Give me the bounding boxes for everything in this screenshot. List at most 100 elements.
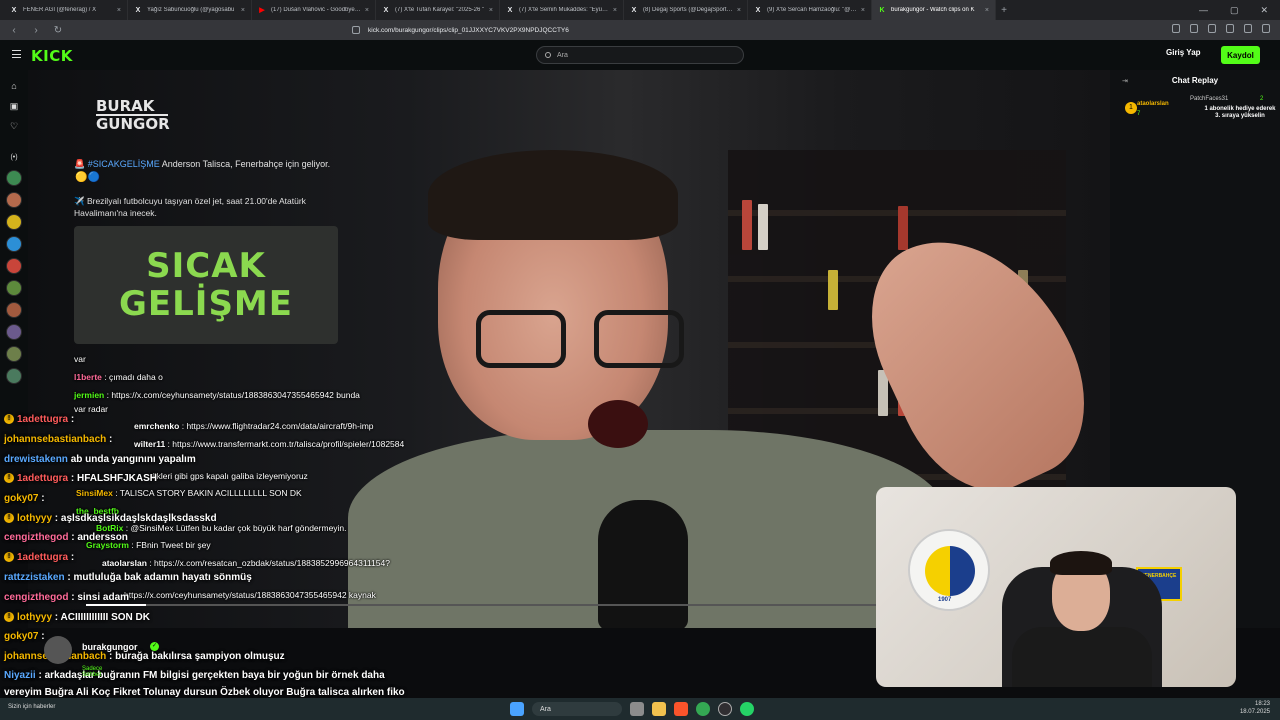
chat-text: vereyim Buğra Ali Koç Fikret Tolunay dur…	[4, 687, 405, 698]
reload-icon[interactable]: ↻	[52, 25, 64, 36]
home-icon[interactable]: ⌂	[9, 81, 19, 91]
overlay-chat-message: vereyim Buğra Ali Koç Fikret Tolunay dur…	[4, 687, 405, 698]
chat-text: : aşlsdkaşlsikdaşlskdaşlksdasskd	[52, 513, 217, 524]
login-button[interactable]: Giriş Yap	[1166, 48, 1201, 57]
channel-avatar[interactable]	[6, 302, 22, 318]
search-input[interactable]: Ara	[536, 46, 744, 64]
channel-avatar[interactable]	[6, 236, 22, 252]
windows-start-icon[interactable]	[510, 702, 524, 716]
browser-tab[interactable]: X (7) X'te Tufan Karayel: "2025-26 " ×	[376, 0, 500, 20]
chat-username[interactable]: 1adettugra	[17, 414, 68, 425]
site-info-icon[interactable]	[352, 26, 360, 34]
browser-tab[interactable]: X (8) Degaj Sports (@DegajSportscom ×	[624, 0, 748, 20]
extension-icon[interactable]	[1172, 24, 1180, 33]
chat-username[interactable]: 1adettugra	[17, 552, 68, 563]
forward-icon[interactable]: ›	[30, 25, 42, 36]
x-icon: X	[507, 6, 513, 14]
extension-icon[interactable]	[1244, 24, 1252, 33]
chat-text: : https://www.flightradar24.com/data/air…	[179, 421, 374, 431]
kick-logo[interactable]: KICK	[31, 47, 73, 65]
news-widget[interactable]: Sizin için haberler	[8, 704, 55, 711]
chat-username[interactable]: goky07	[4, 493, 38, 504]
following-icon[interactable]: ♡	[9, 121, 19, 131]
channel-avatar[interactable]	[6, 214, 22, 230]
taskbar-apps: Ara	[510, 702, 754, 716]
channel-avatar[interactable]	[6, 192, 22, 208]
chat-text: : sinsi adam	[68, 592, 130, 603]
chat-username[interactable]: cengizthegod	[4, 532, 68, 543]
browser-tab[interactable]: X FENER AĞI (@fenerag) / X ×	[4, 0, 128, 20]
system-clock[interactable]: 18:23 18.07.2025	[1240, 700, 1270, 716]
channel-avatar[interactable]	[6, 170, 22, 186]
chat-username[interactable]: goky07	[4, 631, 38, 642]
overlay-chat-message: drewistakenn ab unda yangınını yapalım	[4, 454, 196, 465]
extension-icon[interactable]	[1208, 24, 1216, 33]
brave-icon[interactable]	[674, 702, 688, 716]
chat-text: : https://www.transfermarkt.com.tr/talis…	[165, 439, 405, 449]
new-tab-icon[interactable]: +	[996, 5, 1012, 16]
taskbar-search[interactable]: Ara	[532, 702, 622, 716]
chat-username[interactable]: ataolarslan	[102, 558, 147, 568]
minimize-icon[interactable]: —	[1199, 5, 1208, 16]
chat-username[interactable]: Niyazii	[4, 670, 36, 681]
chat-username[interactable]: SinsiMex	[76, 488, 113, 498]
back-icon[interactable]: ‹	[8, 25, 20, 36]
browser-tab[interactable]: ▶ (17) Dušan Vlahović - Goodbye Juve ×	[252, 0, 376, 20]
signup-button[interactable]: Kaydol	[1221, 46, 1260, 64]
extension-icon[interactable]	[1226, 24, 1234, 33]
clock-time: 18:23	[1254, 701, 1270, 707]
chrome-icon[interactable]	[696, 702, 710, 716]
file-explorer-icon[interactable]	[652, 702, 666, 716]
browse-icon[interactable]: ▣	[9, 101, 19, 111]
obs-icon[interactable]	[718, 702, 732, 716]
close-tab-icon[interactable]: ×	[861, 7, 865, 14]
close-tab-icon[interactable]: ×	[365, 7, 369, 14]
chat-username[interactable]: wilter11	[134, 439, 165, 449]
chat-username[interactable]: jermien	[74, 390, 104, 400]
close-tab-icon[interactable]: ×	[117, 7, 121, 14]
browser-tab[interactable]: X (7) X'te Semih Mukaddes: "Eyüpspo ×	[500, 0, 624, 20]
url-field[interactable]: kick.com/burakgungor/clips/clip_01JJXXYC…	[352, 23, 912, 37]
close-tab-icon[interactable]: ×	[737, 7, 741, 14]
chat-text: :	[68, 552, 75, 563]
chat-username[interactable]: 1adettugra	[17, 473, 68, 484]
search-placeholder: Ara	[557, 51, 568, 59]
channel-avatar[interactable]	[6, 346, 22, 362]
close-tab-icon[interactable]: ×	[489, 7, 493, 14]
close-tab-icon[interactable]: ×	[241, 7, 245, 14]
whatsapp-icon[interactable]	[740, 702, 754, 716]
close-tab-icon[interactable]: ×	[985, 7, 989, 14]
channel-avatar[interactable]	[6, 258, 22, 274]
channel-avatar[interactable]	[6, 324, 22, 340]
browser-tab[interactable]: X Yağız Sabuncuoğlu (@yagosabu ×	[128, 0, 252, 20]
verified-icon: ✓	[150, 642, 159, 651]
maximize-icon[interactable]: ▢	[1230, 5, 1239, 16]
overlay-chat-message: goky07 :	[4, 631, 45, 642]
overlay-chat-message: rattzzistaken : mutluluğa bak adamın hay…	[4, 572, 252, 583]
chat-username[interactable]: lothyyy	[17, 513, 52, 524]
chat-username[interactable]: l1berte	[74, 372, 102, 382]
channel-avatar[interactable]	[6, 368, 22, 384]
browser-tab[interactable]: X (9) X'te Sercan Hamzaoğlu: "@Bedir ×	[748, 0, 872, 20]
chat-username[interactable]: lothyyy	[17, 612, 52, 623]
tweet-headline: 🚨 #SICAKGELİŞME Anderson Talisca, Fenerb…	[74, 159, 331, 169]
close-tab-icon[interactable]: ×	[613, 7, 617, 14]
extension-icon[interactable]	[1262, 24, 1270, 33]
chat-username[interactable]: drewistakenn	[4, 454, 68, 465]
extension-icon[interactable]	[1190, 24, 1198, 33]
task-view-icon[interactable]	[630, 702, 644, 716]
author-avatar[interactable]	[44, 636, 72, 664]
menu-icon[interactable]	[12, 50, 21, 58]
url-text[interactable]: kick.com/burakgungor/clips/clip_01JJXXYC…	[368, 27, 569, 34]
chat-username[interactable]: cengizthegod	[4, 592, 68, 603]
gift-leaderboard[interactable]: 1 ataolarslan 7 PatchFaces31 2 1 aboneli…	[1122, 94, 1276, 132]
browser-tab[interactable]: Kburakgungor - Watch clips on K ×	[872, 0, 996, 20]
alert-badge-icon: !	[4, 473, 14, 484]
close-window-icon[interactable]: ✕	[1260, 5, 1268, 16]
channel-avatar[interactable]	[6, 280, 22, 296]
chat-username[interactable]: emrchenko	[134, 421, 179, 431]
author-name[interactable]: burakgungor	[82, 642, 138, 652]
chat-username[interactable]: johannsebastianbach	[4, 434, 106, 445]
author-category[interactable]: Sadece Sohbet	[82, 666, 102, 678]
chat-username[interactable]: rattzzistaken	[4, 572, 65, 583]
